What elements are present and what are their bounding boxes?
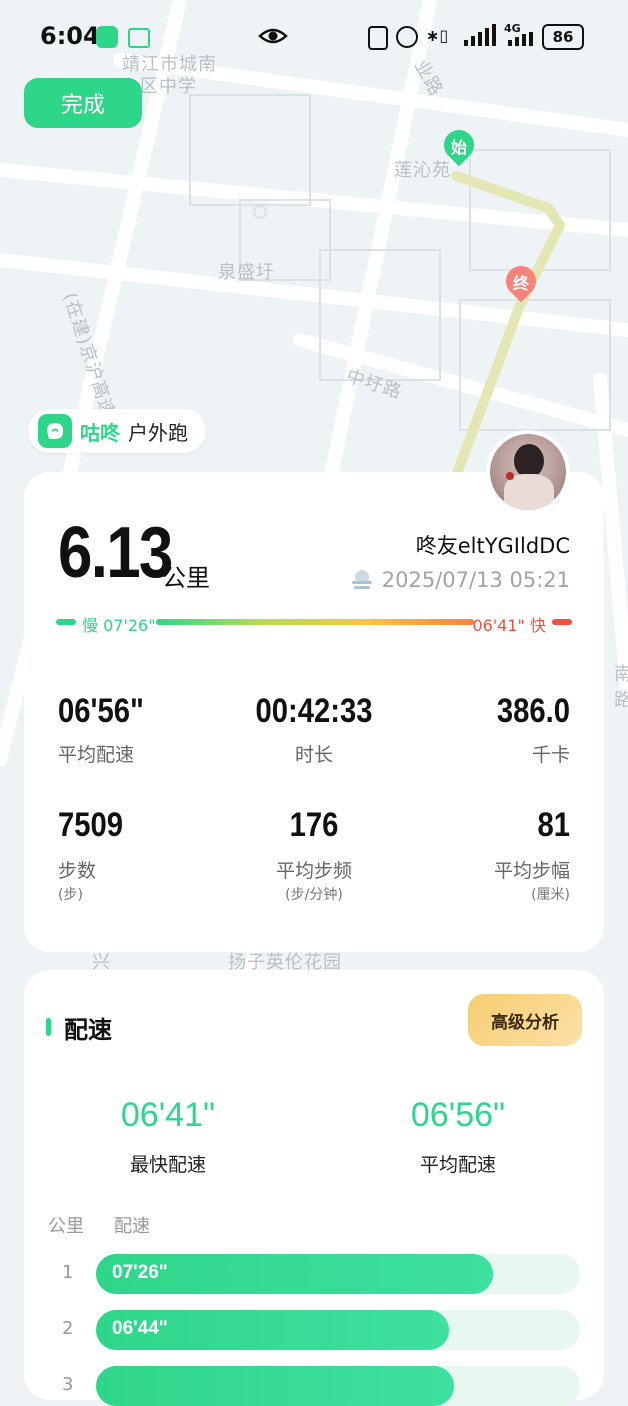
bluetooth-battery-icon: ∗▯ <box>426 26 449 45</box>
calories-label: 千卡 <box>531 744 570 766</box>
pace-column-header: 配速 <box>114 1216 150 1237</box>
steps-label: 步数 <box>58 860 97 882</box>
split-bar-track: 06'44" <box>96 1310 580 1350</box>
split-bar-track <box>96 1366 580 1406</box>
split-km: 1 <box>62 1262 74 1283</box>
fast-indicator <box>552 619 572 625</box>
route-end-label: 终 <box>512 274 529 293</box>
pace-section-title: 配速 <box>64 1016 112 1044</box>
pace-gradient <box>156 619 474 625</box>
split-km: 2 <box>62 1318 74 1339</box>
pace-card: 配速 高级分析 06'41" 最快配速 06'56" 平均配速 公里 配速 1 0… <box>24 970 604 1406</box>
steps-unit: (步) <box>58 887 83 903</box>
duration-value: 00:42:33 <box>255 692 373 730</box>
stride-label: 平均步幅 <box>493 860 570 882</box>
split-bar-fill <box>96 1366 455 1406</box>
avg-pace-value: 06'56" <box>58 692 144 730</box>
nfc-icon <box>368 26 388 50</box>
cadence-value: 176 <box>289 806 339 844</box>
signal-icon-2 <box>508 32 533 46</box>
status-bar: 6:04 ∗▯ 4G 86 <box>0 0 628 72</box>
datetime-row: 2025/07/13 05:21 <box>350 568 570 592</box>
fastest-pace-value: 06'41" <box>120 1096 216 1134</box>
battery-icon: 86 <box>542 24 584 50</box>
pace-range-bar: 慢 07'26" 06'41" 快 <box>56 612 572 635</box>
battery-level: 86 <box>552 28 574 46</box>
home-icon <box>128 28 150 48</box>
calories-value: 386.0 <box>496 692 570 730</box>
activity-datetime: 2025/07/13 05:21 <box>381 568 570 592</box>
eye-icon <box>258 28 288 44</box>
split-pace: 06'44" <box>112 1318 168 1339</box>
status-time: 6:04 <box>40 22 100 50</box>
summary-card: 6.13 公里 咚友eltYGIldDC 2025/07/13 05:21 慢 … <box>24 472 604 952</box>
section-marker <box>46 1018 51 1036</box>
avatar[interactable] <box>486 430 570 514</box>
map-label: 区中学 <box>140 76 197 97</box>
split-row: 2 06'44" <box>24 1310 604 1350</box>
avatar-image <box>490 434 566 510</box>
signal-icon <box>464 24 496 46</box>
fast-pace-label: 06'41" 快 <box>472 616 546 635</box>
steps-value: 7509 <box>58 806 124 844</box>
activity-type: 户外跑 <box>128 420 188 445</box>
slow-indicator <box>56 619 76 625</box>
split-bar-track: 07'26" <box>96 1254 580 1294</box>
app-notification-icon <box>96 26 118 48</box>
average-pace-label: 平均配速 <box>419 1154 496 1176</box>
average-pace-value: 06'56" <box>410 1096 506 1134</box>
distance-unit: 公里 <box>162 564 210 592</box>
km-column-header: 公里 <box>48 1216 84 1237</box>
brand-name: 咕咚 <box>80 420 120 445</box>
codoon-logo-icon <box>38 414 72 448</box>
split-row: 1 07'26" <box>24 1254 604 1294</box>
avg-pace-label: 平均配速 <box>58 744 135 766</box>
route-start-label: 始 <box>450 138 467 157</box>
alarm-icon <box>396 26 418 48</box>
advanced-analysis-button[interactable]: 高级分析 <box>468 994 582 1046</box>
map-label: 莲沁苑 <box>394 160 451 181</box>
done-button[interactable]: 完成 <box>24 78 142 128</box>
map-label: 南路 <box>614 664 628 711</box>
split-km: 3 <box>62 1374 74 1395</box>
weather-icon <box>351 570 372 589</box>
split-row: 3 <box>24 1366 604 1406</box>
brand-badge: 咕咚 户外跑 <box>28 409 206 453</box>
username: 咚友eltYGIldDC <box>415 534 570 558</box>
split-pace: 07'26" <box>112 1262 168 1283</box>
slow-pace-label: 慢 07'26" <box>82 616 156 635</box>
stride-unit: (厘米) <box>531 887 570 903</box>
fastest-pace-label: 最快配速 <box>129 1154 206 1176</box>
map-label: 泉盛圩 <box>218 262 275 283</box>
distance-value: 6.13 <box>58 513 173 593</box>
stride-value: 81 <box>537 806 570 844</box>
